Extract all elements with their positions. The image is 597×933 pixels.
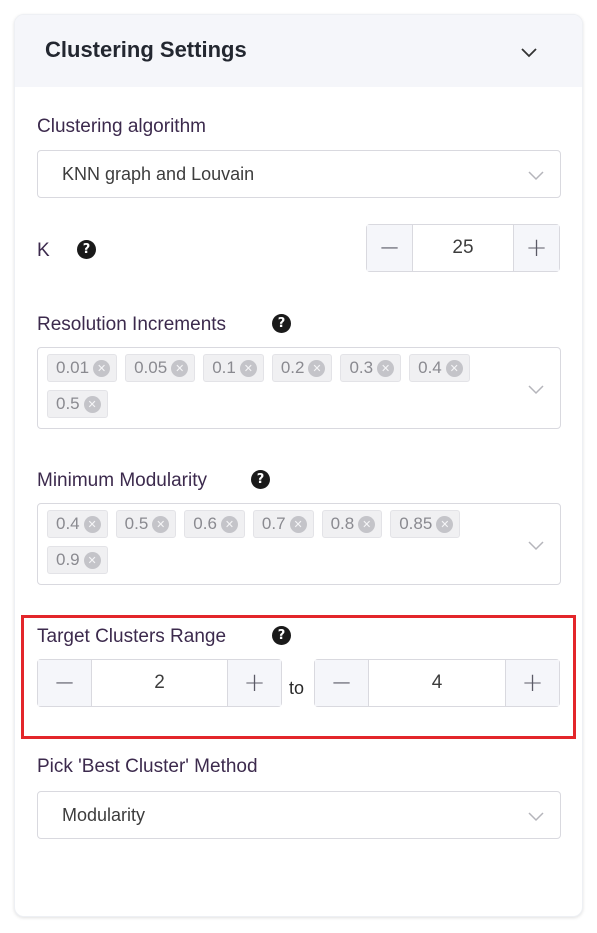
tag-label: 0.5 (56, 394, 80, 413)
help-icon[interactable]: ? (272, 626, 291, 645)
chevron-down-icon[interactable] (518, 41, 540, 63)
tag-label: 0.2 (280, 358, 305, 377)
remove-tag-icon[interactable]: ✕ (83, 395, 101, 413)
remove-tag-icon[interactable]: ✕ (171, 359, 189, 377)
remove-tag-icon[interactable]: ✕ (445, 359, 463, 377)
tag: 0.5 ✕ (115, 510, 177, 538)
tag: 0.6 ✕ (184, 510, 245, 538)
tag: 0.4 ✕ (409, 354, 470, 382)
tag: 0.5 ✕ (47, 390, 108, 418)
algorithm-value: KNN graph and Louvain (62, 164, 255, 184)
chevron-down-icon (528, 385, 544, 395)
remove-tag-icon[interactable]: ✕ (377, 359, 395, 377)
k-decrement-button[interactable]: − (367, 225, 413, 271)
help-icon[interactable]: ? (251, 470, 270, 489)
tag: 0.4 ✕ (47, 510, 108, 538)
remove-tag-icon[interactable]: ✕ (289, 515, 307, 533)
remove-tag-icon[interactable]: ✕ (83, 515, 101, 533)
tag-label: 0.05 (134, 358, 168, 377)
tag-label: 0.01 (56, 358, 90, 377)
tag-label: 0.85 (399, 514, 433, 533)
tag: 0.7 ✕ (252, 510, 314, 538)
tag: 0.3 ✕ (340, 354, 402, 382)
tag: 0.01 ✕ (47, 354, 118, 382)
best-method-select[interactable]: Modularity (37, 791, 561, 839)
panel-title: Clustering Settings (45, 37, 247, 62)
tag-label: 0.7 (261, 514, 286, 533)
tag: 0.85 ✕ (390, 510, 461, 538)
chevron-down-icon (528, 541, 544, 551)
panel-header[interactable]: Clustering Settings (15, 15, 582, 87)
remove-tag-icon[interactable]: ✕ (308, 359, 326, 377)
k-increment-button[interactable]: + (513, 225, 559, 271)
modularity-tags: 0.4 ✕ 0.5 ✕ 0.6 ✕ 0.7 ✕ 0.8 ✕ 0.85 ✕ 0.9 ✕ (47, 510, 507, 574)
k-input[interactable]: 25 (413, 225, 513, 271)
chevron-down-icon (528, 171, 544, 181)
tag: 0.2 ✕ (271, 354, 333, 382)
tag-label: 0.3 (349, 358, 374, 377)
target-min-decrement-button[interactable]: − (38, 660, 92, 706)
target-min-input[interactable]: 2 (92, 660, 227, 706)
target-max-increment-button[interactable]: + (505, 660, 559, 706)
tag-label: 0.4 (418, 358, 442, 377)
target-min-stepper: − 2 + (37, 659, 282, 707)
resolution-tags: 0.01 ✕ 0.05 ✕ 0.1 ✕ 0.2 ✕ 0.3 ✕ 0.4 ✕ 0.5 ✕ (47, 354, 507, 418)
help-icon[interactable]: ? (272, 314, 291, 333)
resolution-label: Resolution Increments (37, 314, 227, 335)
modularity-multiselect[interactable]: 0.4 ✕ 0.5 ✕ 0.6 ✕ 0.7 ✕ 0.8 ✕ 0.85 ✕ 0.9 ✕ (37, 503, 561, 585)
remove-tag-icon[interactable]: ✕ (152, 515, 170, 533)
modularity-label: Minimum Modularity (37, 470, 207, 491)
tag-label: 0.1 (212, 358, 236, 377)
algorithm-label: Clustering algorithm (37, 116, 206, 137)
target-range-label: Target Clusters Range (37, 626, 227, 647)
resolution-multiselect[interactable]: 0.01 ✕ 0.05 ✕ 0.1 ✕ 0.2 ✕ 0.3 ✕ 0.4 ✕ 0.5 ✕ (37, 347, 561, 429)
remove-tag-icon[interactable]: ✕ (436, 515, 454, 533)
target-max-input[interactable]: 4 (369, 660, 505, 706)
tag: 0.8 ✕ (321, 510, 383, 538)
target-max-decrement-button[interactable]: − (315, 660, 369, 706)
tag: 0.05 ✕ (125, 354, 196, 382)
target-max-stepper: − 4 + (314, 659, 560, 707)
tag-label: 0.9 (56, 550, 80, 569)
to-label: to (289, 678, 305, 698)
best-method-value: Modularity (62, 805, 146, 825)
help-icon[interactable]: ? (77, 240, 96, 259)
tag-label: 0.8 (330, 514, 355, 533)
tag: 0.9 ✕ (47, 546, 108, 574)
target-min-increment-button[interactable]: + (227, 660, 281, 706)
remove-tag-icon[interactable]: ✕ (83, 551, 101, 569)
remove-tag-icon[interactable]: ✕ (239, 359, 257, 377)
remove-tag-icon[interactable]: ✕ (93, 359, 111, 377)
remove-tag-icon[interactable]: ✕ (358, 515, 376, 533)
tag-label: 0.6 (193, 514, 217, 533)
algorithm-select[interactable]: KNN graph and Louvain (37, 150, 561, 198)
best-method-label: Pick 'Best Cluster' Method (37, 756, 258, 777)
remove-tag-icon[interactable]: ✕ (220, 515, 238, 533)
tag-label: 0.5 (124, 514, 149, 533)
tag-label: 0.4 (56, 514, 80, 533)
k-stepper: − 25 + (366, 224, 560, 272)
tag: 0.1 ✕ (203, 354, 264, 382)
chevron-down-icon (528, 812, 544, 822)
k-label: K (37, 240, 50, 261)
